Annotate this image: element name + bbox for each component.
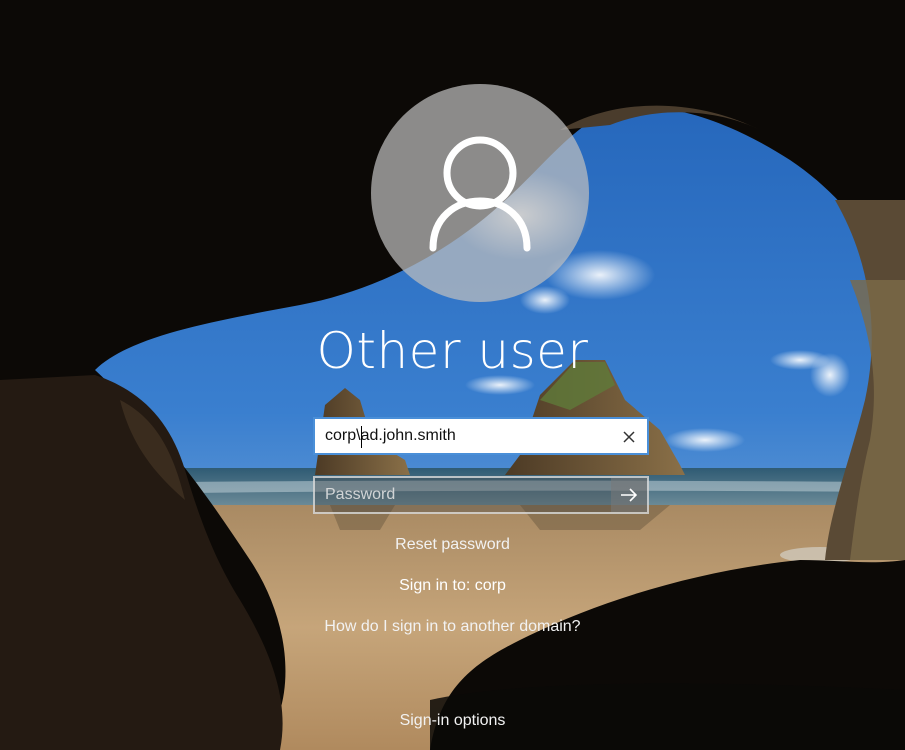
password-input[interactable]: Password: [313, 476, 649, 514]
user-avatar: [371, 84, 589, 302]
text-caret: [361, 426, 362, 448]
username-value: corp\ad.john.smith: [325, 427, 456, 444]
reset-password-link[interactable]: Reset password: [0, 536, 905, 554]
sign-in-domain-label: Sign in to: corp: [399, 577, 506, 594]
submit-button[interactable]: [611, 478, 647, 512]
sign-in-options-link[interactable]: Sign-in options: [0, 712, 905, 730]
another-domain-link[interactable]: How do I sign in to another domain?: [0, 618, 905, 636]
user-icon: [429, 136, 531, 252]
username-input[interactable]: corp\ad.john.smith: [313, 417, 649, 455]
user-title: Other user: [316, 322, 589, 380]
close-icon: [623, 431, 635, 443]
password-placeholder: Password: [325, 486, 396, 503]
arrow-right-icon: [621, 488, 638, 502]
clear-username-button[interactable]: [617, 425, 641, 449]
